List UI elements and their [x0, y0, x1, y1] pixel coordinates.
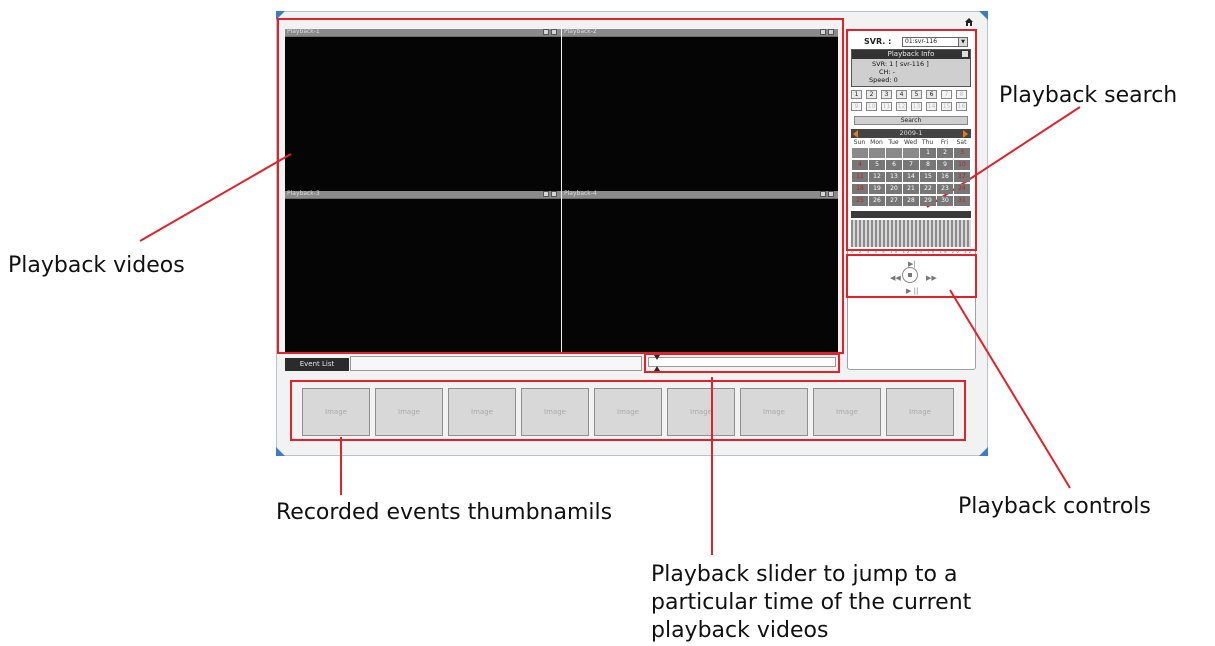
calendar-weekday: Sun [853, 139, 866, 146]
calendar-weekday: Fri [940, 139, 949, 146]
calendar-day[interactable]: 23 [937, 184, 953, 194]
calendar-weekday: Thu [921, 139, 934, 146]
channel-button-11[interactable]: 11 [881, 102, 892, 111]
calendar-day[interactable]: 8 [920, 160, 936, 170]
calendar-day[interactable]: 18 [852, 184, 868, 194]
calendar-empty-cell [852, 148, 868, 158]
calendar-day[interactable]: 13 [886, 172, 902, 182]
calendar-day[interactable]: 9 [937, 160, 953, 170]
channel-button-10[interactable]: 10 [866, 102, 877, 111]
channel-button-8[interactable]: 8 [956, 90, 967, 99]
calendar-weekday: Wed [903, 139, 918, 146]
channel-button-13[interactable]: 13 [911, 102, 922, 111]
calendar-weekday: Tue [888, 139, 899, 146]
calendar-day[interactable]: 21 [903, 184, 919, 194]
label-playback-videos: Playback videos [8, 253, 185, 278]
calendar-day[interactable]: 17 [954, 172, 970, 182]
calendar-day[interactable]: 16 [937, 172, 953, 182]
calendar-day[interactable]: 5 [869, 160, 885, 170]
calendar-day[interactable]: 29 [920, 196, 936, 206]
calendar-day[interactable]: 15 [920, 172, 936, 182]
calendar-day[interactable]: 12 [869, 172, 885, 182]
channel-button-5[interactable]: 5 [911, 90, 922, 99]
calendar-day[interactable]: 10 [954, 160, 970, 170]
label-playback-search: Playback search [999, 83, 1178, 108]
videos-pointer [139, 153, 292, 242]
calendar-empty-cell [903, 148, 919, 158]
calendar-day[interactable]: 2 [937, 148, 953, 158]
calendar-weekday: Sat [956, 139, 967, 146]
channel-button-2[interactable]: 2 [866, 90, 877, 99]
calendar-day[interactable]: 19 [869, 184, 885, 194]
label-recorded-events: Recorded events thumbnamils [276, 500, 613, 525]
calendar-day[interactable]: 4 [852, 160, 868, 170]
calendar-day[interactable]: 27 [886, 196, 902, 206]
calendar-day[interactable]: 1 [920, 148, 936, 158]
calendar-day[interactable]: 14 [903, 172, 919, 182]
channel-button-4[interactable]: 4 [896, 90, 907, 99]
calendar-day[interactable]: 25 [852, 196, 868, 206]
channel-button-12[interactable]: 12 [896, 102, 907, 111]
channel-button-7[interactable]: 7 [941, 90, 952, 99]
calendar-empty-cell [886, 148, 902, 158]
calendar-day[interactable]: 3 [954, 148, 970, 158]
channel-button-3[interactable]: 3 [881, 90, 892, 99]
calendar-day[interactable]: 7 [903, 160, 919, 170]
calendar-day[interactable]: 28 [903, 196, 919, 206]
calendar-day[interactable]: 30 [937, 196, 953, 206]
calendar-day[interactable]: 11 [852, 172, 868, 182]
channel-button-16[interactable]: 16 [956, 102, 967, 111]
calendar-day[interactable]: 31 [954, 196, 970, 206]
channel-button-6[interactable]: 6 [926, 90, 937, 99]
label-slider-line2: particular time of the current [651, 590, 972, 615]
calendar-empty-cell [869, 148, 885, 158]
channel-button-15[interactable]: 15 [941, 102, 952, 111]
label-playback-controls: Playback controls [958, 494, 1151, 519]
label-slider-line1: Playback slider to jump to a [651, 562, 958, 587]
calendar-weekday: Mon [870, 139, 883, 146]
channel-button-9[interactable]: 9 [851, 102, 862, 111]
channel-button-14[interactable]: 14 [926, 102, 937, 111]
calendar-day[interactable]: 24 [954, 184, 970, 194]
calendar-day[interactable]: 6 [886, 160, 902, 170]
controls-pointer [949, 289, 1071, 489]
calendar-day[interactable]: 26 [869, 196, 885, 206]
label-slider-line3: playback videos [651, 618, 829, 643]
channel-button-1[interactable]: 1 [851, 90, 862, 99]
calendar-day[interactable]: 22 [920, 184, 936, 194]
calendar-day[interactable]: 20 [886, 184, 902, 194]
